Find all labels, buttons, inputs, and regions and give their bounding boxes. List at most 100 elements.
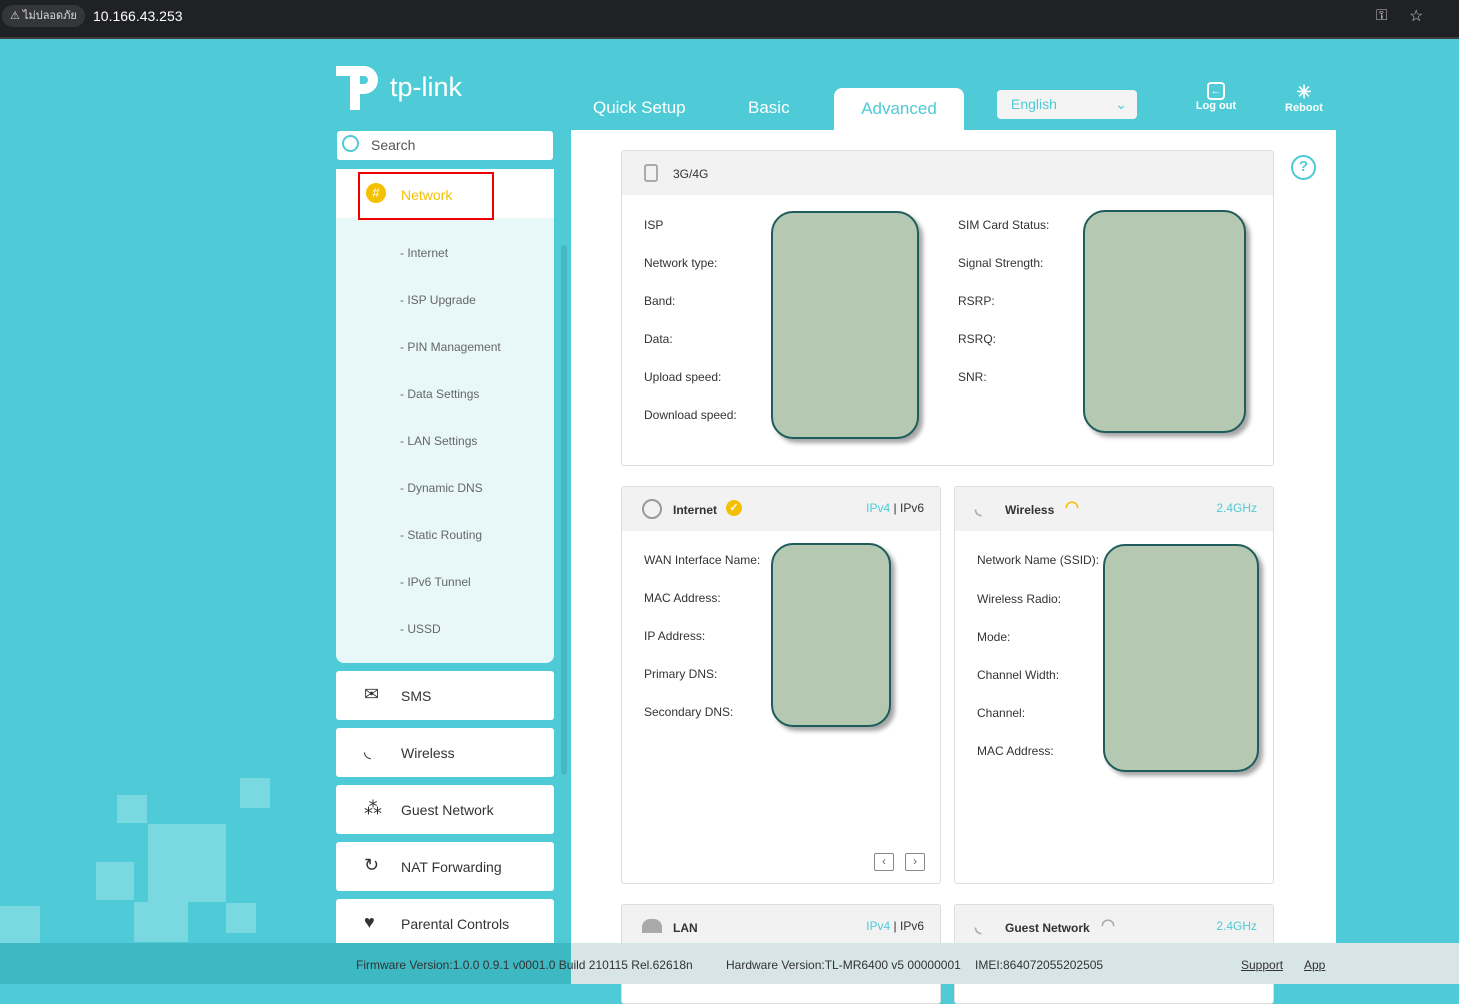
key-icon[interactable]: ⚿ (1376, 7, 1387, 24)
imei: IMEI:864072055202505 (975, 958, 1104, 972)
logout-button[interactable]: ← Log out (1195, 82, 1237, 112)
language-select[interactable]: English ⌄ (997, 90, 1137, 119)
sidebar-scrollbar[interactable] (561, 245, 567, 775)
hardware-version: Hardware Version:TL-MR6400 v5 00000001 (726, 958, 961, 972)
firmware-version: Firmware Version:1.0.0 0.9.1 v0001.0 Bui… (356, 958, 693, 972)
redaction-box (771, 211, 919, 439)
decor-square (226, 903, 256, 933)
sidebar-subitem-ipv6-tunnel[interactable]: - IPv6 Tunnel (400, 575, 471, 589)
label-mac: MAC Address: (977, 744, 1054, 758)
search-icon (342, 135, 359, 152)
sim-card-icon (644, 164, 658, 182)
tab-basic[interactable]: Basic (748, 98, 790, 118)
label-rsrp: RSRP: (958, 294, 995, 308)
browser-bar: ⚠ ไม่ปลอดภัย 10.166.43.253 ⚿ ☆ (0, 0, 1459, 39)
wireless-icon: ◟ (975, 919, 982, 936)
warning-icon: ⚠ (10, 10, 23, 22)
sidebar-item-guest-network[interactable]: ⁂ Guest Network (336, 785, 554, 834)
label-download-speed: Download speed: (644, 408, 737, 422)
decor-square (96, 862, 134, 900)
sidebar-subitem-isp-upgrade[interactable]: - ISP Upgrade (400, 293, 476, 307)
refresh-icon: ↻ (364, 855, 380, 875)
wireless-icon: ◟ (975, 501, 982, 518)
card-header: 3G/4G (622, 151, 1273, 195)
label-wireless-radio: Wireless Radio: (977, 592, 1062, 606)
card-internet: Internet ✓ IPv4 | IPv6 WAN Interface Nam… (621, 486, 941, 884)
label-mac: MAC Address: (644, 591, 721, 605)
sidebar-item-network[interactable]: # Network (336, 169, 554, 220)
ipv4-link[interactable]: IPv4 (866, 919, 890, 933)
star-icon[interactable]: ☆ (1409, 6, 1423, 26)
prev-button[interactable]: ‹ (874, 853, 894, 871)
sidebar-subitem-data-settings[interactable]: - Data Settings (400, 387, 479, 401)
decor-square (117, 795, 147, 823)
wifi-icon: ◠ (1065, 499, 1079, 516)
label-upload-speed: Upload speed: (644, 370, 722, 384)
band-link[interactable]: 2.4GHz (1216, 501, 1257, 515)
label-snr: SNR: (958, 370, 987, 384)
sidebar-subitem-pin-management[interactable]: - PIN Management (400, 340, 501, 354)
label-channel-width: Channel Width: (977, 668, 1060, 682)
address-bar[interactable]: 10.166.43.253 (93, 8, 183, 24)
label-mode: Mode: (977, 630, 1011, 644)
label-channel: Channel: (977, 706, 1026, 720)
label-primary-dns: Primary DNS: (644, 667, 718, 681)
sidebar-subitem-static-routing[interactable]: - Static Routing (400, 528, 482, 542)
tab-advanced[interactable]: Advanced (834, 88, 964, 131)
sidebar-subitem-ussd[interactable]: - USSD (400, 622, 441, 636)
sidebar-item-wireless[interactable]: ◟ Wireless (336, 728, 554, 777)
reboot-button[interactable]: ✳ Reboot (1283, 82, 1325, 114)
tab-quick-setup[interactable]: Quick Setup (593, 98, 686, 118)
label-rsrq: RSRQ: (958, 332, 997, 346)
card-header: ◟ Wireless ◠ 2.4GHz (955, 487, 1273, 531)
decor-square (134, 902, 188, 942)
heart-icon: ♥ (364, 912, 375, 932)
ipv6-link[interactable]: IPv6 (900, 501, 924, 515)
label-signal-strength: Signal Strength: (958, 256, 1044, 270)
lan-icon (642, 919, 662, 933)
ipv6-link[interactable]: IPv6 (900, 919, 924, 933)
wifi-icon: ◠ (1101, 917, 1115, 934)
label-wan-interface: WAN Interface Name: (644, 553, 761, 567)
sidebar-subitem-lan-settings[interactable]: - LAN Settings (400, 434, 477, 448)
label-data: Data: (644, 332, 673, 346)
card-header: Internet ✓ IPv4 | IPv6 (622, 487, 940, 531)
globe-icon (642, 499, 662, 519)
logo-icon (336, 66, 378, 110)
redaction-box (1083, 210, 1246, 433)
sidebar-subitem-internet[interactable]: - Internet (400, 246, 448, 260)
sidebar-subitem-dynamic-dns[interactable]: - Dynamic DNS (400, 481, 483, 495)
check-icon: ✓ (726, 500, 742, 516)
label-secondary-dns: Secondary DNS: (644, 705, 734, 719)
help-icon[interactable]: ? (1291, 155, 1316, 180)
card-wireless: ◟ Wireless ◠ 2.4GHz Network Name (SSID):… (954, 486, 1274, 884)
sidebar-item-parental-controls[interactable]: ♥ Parental Controls (336, 899, 554, 948)
next-button[interactable]: › (905, 853, 925, 871)
card-3g4g: 3G/4G ISP Network type: Band: Data: Uplo… (621, 150, 1274, 466)
users-icon: ⁂ (364, 798, 382, 818)
ipv4-link[interactable]: IPv4 (866, 501, 890, 515)
label-isp: ISP (644, 218, 664, 232)
logout-icon: ← (1207, 82, 1225, 100)
search-input[interactable]: Search (337, 131, 553, 160)
envelope-icon: ✉ (364, 684, 380, 704)
label-ssid: Network Name (SSID): (977, 553, 1100, 567)
wireless-icon: ◟ (364, 741, 371, 761)
label-sim-status: SIM Card Status: (958, 218, 1050, 232)
label-band: Band: (644, 294, 676, 308)
globe-icon: # (366, 183, 386, 203)
decor-square (240, 778, 270, 808)
label-network-type: Network type: (644, 256, 718, 270)
band-link[interactable]: 2.4GHz (1216, 919, 1257, 933)
security-badge[interactable]: ⚠ ไม่ปลอดภัย (2, 5, 85, 27)
label-ip: IP Address: (644, 629, 706, 643)
app-link[interactable]: App (1304, 958, 1325, 972)
network-menu-group: # Network - Internet - ISP Upgrade - PIN… (336, 169, 554, 663)
redaction-box (771, 543, 891, 727)
decor-square (148, 824, 226, 902)
chevron-down-icon: ⌄ (1115, 96, 1127, 112)
support-link[interactable]: Support (1241, 958, 1283, 972)
redaction-box (1103, 544, 1259, 772)
sidebar-item-nat-forwarding[interactable]: ↻ NAT Forwarding (336, 842, 554, 891)
sidebar-item-sms[interactable]: ✉ SMS (336, 671, 554, 720)
